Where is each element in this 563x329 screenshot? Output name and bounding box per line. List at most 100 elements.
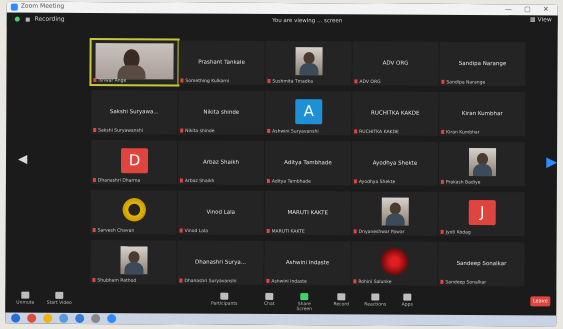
record-label: Record xyxy=(333,302,350,308)
recording-label: Recording xyxy=(34,15,65,23)
participant-name-label: Rohini Salunke xyxy=(353,278,392,285)
participant-tile[interactable]: Sakshi Suryawa... Sakshi Suryawanshi xyxy=(91,90,178,135)
muted-mic-icon xyxy=(440,179,444,184)
participant-label-text: Aditya Tambhade xyxy=(271,178,311,185)
participant-display-name: Ashwini Indaste xyxy=(285,260,330,267)
start-video-button[interactable]: Start Video xyxy=(45,291,73,306)
prev-page-arrow-icon[interactable]: ◀ xyxy=(18,152,27,166)
participant-video xyxy=(95,43,174,80)
word-icon[interactable] xyxy=(75,313,85,323)
muted-mic-icon xyxy=(179,277,183,282)
zoom-app-icon xyxy=(10,3,18,11)
next-page-arrow-icon[interactable]: ▶ xyxy=(546,154,557,170)
unmute-button[interactable]: Unmute xyxy=(11,291,39,306)
participant-name-label: Ashwini Suryavanshi xyxy=(267,128,319,134)
participant-label-text: Sandipa Narange xyxy=(446,79,486,86)
zoom-taskbar-icon[interactable] xyxy=(107,314,117,324)
participant-tile[interactable]: Prakash Badiye xyxy=(438,141,526,187)
muted-mic-icon xyxy=(354,128,358,133)
participant-avatar: A xyxy=(295,99,323,125)
app-icon[interactable] xyxy=(91,314,101,324)
security-shield-icon xyxy=(14,16,20,22)
apps-button[interactable]: Apps xyxy=(393,293,421,308)
muted-mic-icon xyxy=(180,77,184,82)
participant-tile[interactable]: Rohini Salunke xyxy=(351,241,438,286)
participant-name-label: Aditya Tambhade xyxy=(266,178,311,185)
participant-label-text: Something Kulkarni xyxy=(185,78,230,84)
participant-tile[interactable]: Sarvesh Chavan xyxy=(90,190,177,235)
chat-label: Chat xyxy=(263,301,275,307)
participant-name-label: Sarvesh Chavan xyxy=(92,227,135,234)
video-camera-icon xyxy=(55,291,64,299)
participant-label-text: Rohini Salunke xyxy=(358,279,392,285)
muted-mic-icon xyxy=(93,127,97,132)
participant-tile[interactable]: Dhanashri Surya... Dhanashri Suryavanshi xyxy=(177,240,264,285)
participant-name-label: Sakshi Suryawanshi xyxy=(93,127,143,133)
participant-tile[interactable]: Dnyaneshwar Pawar xyxy=(351,191,438,236)
muted-mic-icon xyxy=(92,277,96,282)
muted-mic-icon xyxy=(441,129,445,134)
grid-icon: ▦ xyxy=(529,16,538,24)
participant-name-label: ADV ORG xyxy=(354,78,381,85)
view-button[interactable]: ▦ View xyxy=(530,16,552,23)
participants-button[interactable]: Participants xyxy=(210,292,238,307)
leave-button[interactable]: Leave xyxy=(530,296,551,307)
participant-tile[interactable]: ADV ORG ADV ORG xyxy=(352,41,439,86)
participant-tile[interactable]: Vinod Lala Vinod Lala xyxy=(177,190,264,235)
participant-tile[interactable]: Sushmita Tmadka xyxy=(265,40,352,86)
participant-tile[interactable]: Ashwini Indaste Ashwini Indaste xyxy=(264,240,351,286)
participant-name-label: Shubham Rathod xyxy=(92,277,137,284)
reactions-icon xyxy=(371,293,380,301)
participant-tile[interactable]: A Ashwini Suryavanshi xyxy=(265,90,352,136)
participant-display-name: ADV ORG xyxy=(382,60,409,67)
recording-indicator[interactable]: Recording xyxy=(14,15,65,23)
participant-label-text: Shubham Rathod xyxy=(97,278,137,284)
participant-name-label: Kiran Kumbhar xyxy=(441,129,480,136)
participant-photo xyxy=(120,246,148,275)
participant-tile[interactable]: Sandeep Sonalkar Sandeep Sonalkar xyxy=(438,241,525,287)
participant-label-text: MARUTI KAKTE xyxy=(271,228,305,235)
participant-tile[interactable]: RUCHITKA KAKDE RUCHITKA KAKDE xyxy=(352,91,439,136)
muted-mic-icon xyxy=(266,178,270,183)
recording-icon xyxy=(25,17,30,22)
participant-tile[interactable]: Nikita shinde Nikita shinde xyxy=(178,90,265,135)
participant-tile[interactable]: Arbaz Shaikh Arbaz Shaikh xyxy=(177,140,265,185)
browser-icon[interactable] xyxy=(27,313,37,323)
participant-name-label: Jyoti Kodag xyxy=(440,229,471,235)
participant-label-text: Prakash Badiye xyxy=(445,179,481,186)
participant-tile[interactable]: Sandipa Narange Sandipa Narange xyxy=(439,41,526,87)
participant-tile[interactable]: Prashant Tankale Something Kulkarni xyxy=(178,40,265,85)
reactions-button[interactable]: Reactions xyxy=(361,293,389,308)
participant-tile[interactable]: Kiran Kumbhar Kiran Kumbhar xyxy=(439,91,526,137)
participant-tile[interactable]: Ayodhya Shekte Ayodhya Shekte xyxy=(351,141,439,186)
participant-label-text: RUCHITKA KAKDE xyxy=(359,129,399,135)
chrome-icon[interactable] xyxy=(43,313,53,323)
muted-mic-icon xyxy=(179,227,183,232)
participant-label-text: Kiran Kumbhar xyxy=(446,129,480,136)
participant-label-text: ADV ORG xyxy=(359,79,381,85)
participant-display-name: Vinod Lala xyxy=(206,209,236,216)
share-screen-button[interactable]: Share Screen xyxy=(290,293,318,312)
participant-tile[interactable]: Shubham Rathod xyxy=(90,240,177,285)
participants-label: Participants xyxy=(211,301,238,307)
participant-tile[interactable]: D Dhanashri Dharma xyxy=(90,140,178,185)
participant-tile[interactable]: J Jyoti Kodag xyxy=(438,191,525,237)
participant-name-label: Ayodhya Shekte xyxy=(353,178,395,185)
participant-label-text: Sarvesh Chavan xyxy=(97,228,135,234)
participant-tile[interactable]: Aditya Tambhade Aditya Tambhade xyxy=(264,140,352,186)
participant-tile[interactable]: MARUTI KAKTE MARUTI KAKTE xyxy=(264,190,351,236)
participant-photo xyxy=(295,47,323,76)
participant-photo xyxy=(381,197,409,226)
participant-name-label: Sushmita Tmadka xyxy=(267,78,313,84)
participant-label-text: Sushmita Tmadka xyxy=(272,78,313,85)
start-icon[interactable] xyxy=(11,313,21,323)
zoom-window: Zoom Meeting — ▢ ✕ Recording You are vie… xyxy=(5,1,558,327)
participant-name-label: Vinod Lala xyxy=(179,227,208,234)
participant-name-label: Prakash Badiye xyxy=(440,179,481,186)
record-button[interactable]: Record xyxy=(327,293,355,307)
participant-tile[interactable]: Ishwar Ange xyxy=(89,37,180,87)
chat-button[interactable]: Chat xyxy=(255,292,283,307)
folder-icon[interactable] xyxy=(59,313,69,323)
muted-mic-icon xyxy=(353,178,357,183)
window-controls[interactable]: — ▢ ✕ xyxy=(505,5,554,13)
